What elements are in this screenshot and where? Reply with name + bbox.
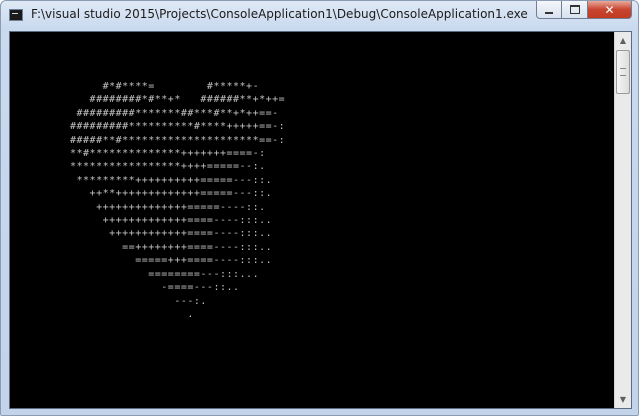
maximize-icon xyxy=(569,5,580,14)
minimize-button[interactable] xyxy=(536,1,562,19)
close-icon: ✕ xyxy=(604,2,615,17)
close-button[interactable]: ✕ xyxy=(588,1,632,19)
console-area[interactable]: #*#****= #*****+- ########*#**+* ######*… xyxy=(9,31,632,409)
title-bar[interactable]: F:\visual studio 2015\Projects\ConsoleAp… xyxy=(1,1,638,31)
caption-buttons: ✕ xyxy=(536,1,632,21)
console-app-icon[interactable] xyxy=(9,9,23,21)
vertical-scrollbar[interactable]: ▲ ▼ xyxy=(614,32,631,408)
window-title: F:\visual studio 2015\Projects\ConsoleAp… xyxy=(31,7,528,21)
scroll-up-icon[interactable]: ▲ xyxy=(615,32,631,49)
scroll-thumb[interactable] xyxy=(616,50,630,94)
console-output: #*#****= #*****+- ########*#**+* ######*… xyxy=(70,81,286,320)
minimize-icon xyxy=(545,11,553,14)
console-window: F:\visual studio 2015\Projects\ConsoleAp… xyxy=(0,0,639,416)
console-output-region: #*#****= #*****+- ########*#**+* ######*… xyxy=(10,32,614,408)
scroll-down-icon[interactable]: ▼ xyxy=(615,391,631,408)
maximize-button[interactable] xyxy=(562,1,588,19)
